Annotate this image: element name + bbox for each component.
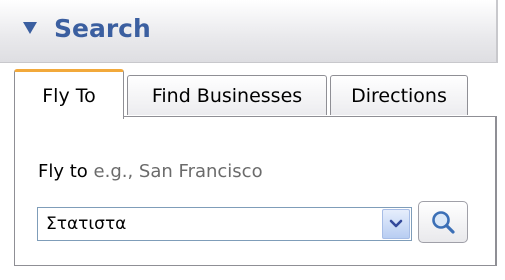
panel-title[interactable]: Search (54, 14, 151, 43)
location-combobox[interactable]: Στατιστα (37, 207, 412, 241)
magnifier-icon (432, 211, 455, 234)
collapse-triangle-icon[interactable] (23, 22, 37, 34)
chevron-down-icon (389, 219, 403, 228)
fly-to-hint: e.g., San Francisco (93, 161, 263, 182)
location-input[interactable]: Στατιστα (46, 214, 126, 234)
tab-fly-to[interactable]: Fly To (14, 69, 124, 119)
tab-directions[interactable]: Directions (330, 75, 468, 115)
search-panel-header[interactable]: Search (0, 0, 498, 63)
dropdown-button[interactable] (382, 209, 410, 239)
tab-find-businesses[interactable]: Find Businesses (127, 75, 327, 115)
fly-to-prompt: Fly to e.g., San Francisco (38, 161, 263, 182)
search-tabs: Fly To Find Businesses Directions (14, 67, 474, 119)
search-button[interactable] (418, 201, 468, 243)
fly-to-label: Fly to (38, 161, 88, 182)
search-panel: Search Fly To Find Businesses Directions… (0, 0, 505, 280)
fly-to-pane: Fly to e.g., San Francisco Στατιστα (14, 116, 497, 266)
